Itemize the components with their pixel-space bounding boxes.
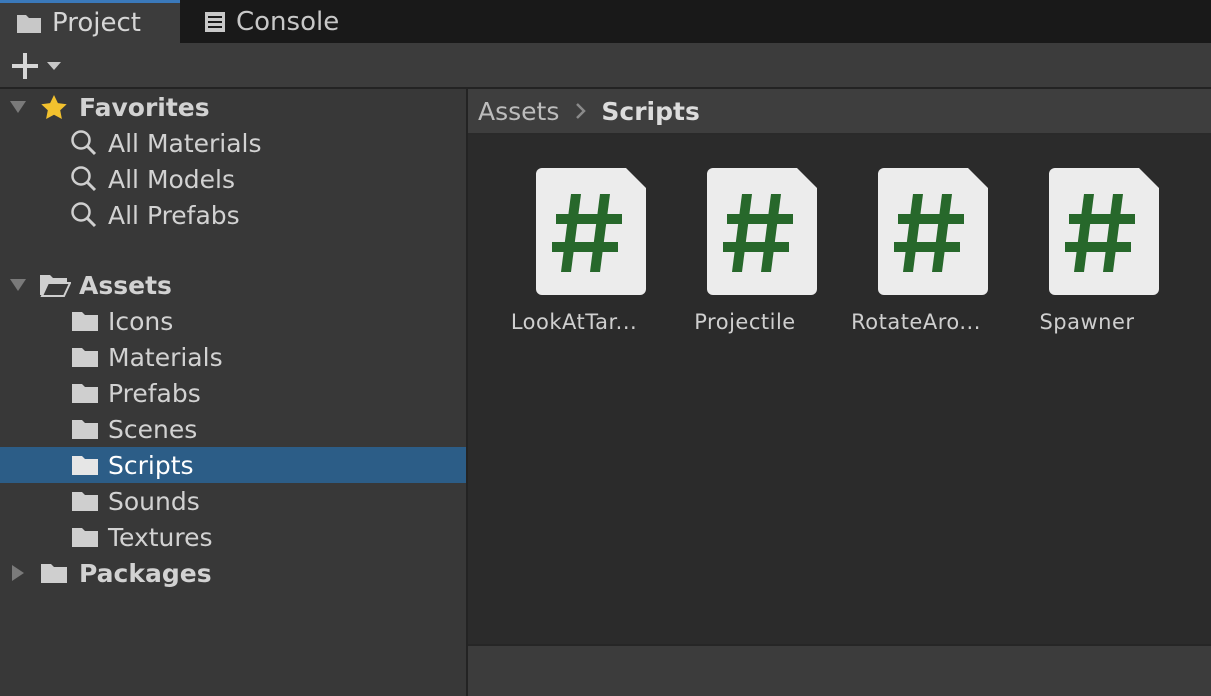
folder-icon [71, 490, 99, 512]
folder-icon [71, 526, 99, 548]
folder-icon [40, 562, 68, 584]
asset-label: Projectile [694, 310, 796, 334]
folder-icon [71, 418, 99, 440]
folder-icon [16, 12, 42, 34]
asset-label: RotateAro... [851, 310, 981, 334]
tree-item-label: Scripts [108, 450, 194, 480]
search-icon [70, 201, 98, 229]
tree-item-label: Packages [79, 558, 212, 588]
tree-item-favorites[interactable]: Favorites [0, 89, 466, 125]
tree-item-scenes[interactable]: Scenes [0, 411, 466, 447]
tree-item-label: Sounds [108, 486, 200, 516]
tree-item-packages[interactable]: Packages [0, 555, 466, 591]
folder-icon [71, 454, 99, 476]
breadcrumb-scripts[interactable]: Scripts [601, 97, 699, 126]
breadcrumb: Assets Scripts [468, 89, 1211, 135]
csharp-script-icon [878, 168, 988, 295]
tree-item-label: Materials [108, 342, 223, 372]
tab-console-label: Console [236, 6, 340, 37]
tree-item-all-prefabs[interactable]: All Prefabs [0, 197, 466, 233]
tree-item-label: Scenes [108, 414, 198, 444]
tree-item-assets[interactable]: Assets [0, 267, 466, 303]
tree-item-label: All Prefabs [108, 200, 240, 230]
tree-item-label: Icons [108, 306, 174, 336]
console-icon [204, 11, 226, 33]
tree-item-scripts[interactable]: Scripts [0, 447, 466, 483]
expanded-arrow-icon[interactable] [9, 278, 27, 292]
tree-item-label: All Models [108, 164, 236, 194]
csharp-script-icon [1049, 168, 1159, 295]
status-bar [468, 644, 1211, 696]
collapsed-arrow-icon[interactable] [11, 564, 25, 582]
folder-tree: Favorites All Materials All Models All P… [0, 89, 466, 696]
tree-item-label: Assets [79, 270, 172, 300]
csharp-script-icon [536, 168, 646, 295]
caret-down-icon [46, 60, 62, 72]
tree-item-label: Favorites [79, 92, 210, 122]
asset-label: Spawner [1039, 310, 1135, 334]
tree-item-label: All Materials [108, 128, 262, 158]
breadcrumb-assets[interactable]: Assets [478, 97, 559, 126]
folder-icon [71, 310, 99, 332]
asset-label: LookAtTar... [510, 310, 638, 334]
tree-item-label: Prefabs [108, 378, 201, 408]
tree-item-all-models[interactable]: All Models [0, 161, 466, 197]
tree-item-sounds[interactable]: Sounds [0, 483, 466, 519]
tree-item-materials[interactable]: Materials [0, 339, 466, 375]
folder-icon [71, 382, 99, 404]
chevron-right-icon [575, 102, 587, 120]
tree-item-icons[interactable]: Icons [0, 303, 466, 339]
open-folder-icon [39, 273, 71, 297]
create-button[interactable] [10, 49, 72, 83]
tab-bar: Project Console [0, 0, 1211, 43]
folder-icon [71, 346, 99, 368]
tree-item-prefabs[interactable]: Prefabs [0, 375, 466, 411]
tab-project-label: Project [52, 8, 141, 38]
plus-icon [10, 51, 40, 81]
script-asset-spawner[interactable]: Spawner [1012, 168, 1162, 348]
toolbar [0, 43, 1211, 89]
asset-grid: LookAtTar... Projectile RotateAro... Spa… [468, 135, 1211, 644]
star-icon [40, 94, 68, 120]
script-asset-projectile[interactable]: Projectile [670, 168, 820, 348]
tree-item-textures[interactable]: Textures [0, 519, 466, 555]
tab-project[interactable]: Project [0, 0, 180, 43]
search-icon [70, 165, 98, 193]
expanded-arrow-icon[interactable] [9, 100, 27, 114]
tree-item-all-materials[interactable]: All Materials [0, 125, 466, 161]
tree-item-label: Textures [108, 522, 213, 552]
script-asset-lookattarget[interactable]: LookAtTar... [499, 168, 649, 348]
csharp-script-icon [707, 168, 817, 295]
tab-console[interactable]: Console [180, 0, 370, 43]
search-icon [70, 129, 98, 157]
project-window: Project Console Favorites All Materials … [0, 0, 1211, 696]
script-asset-rotatearound[interactable]: RotateAro... [841, 168, 991, 348]
